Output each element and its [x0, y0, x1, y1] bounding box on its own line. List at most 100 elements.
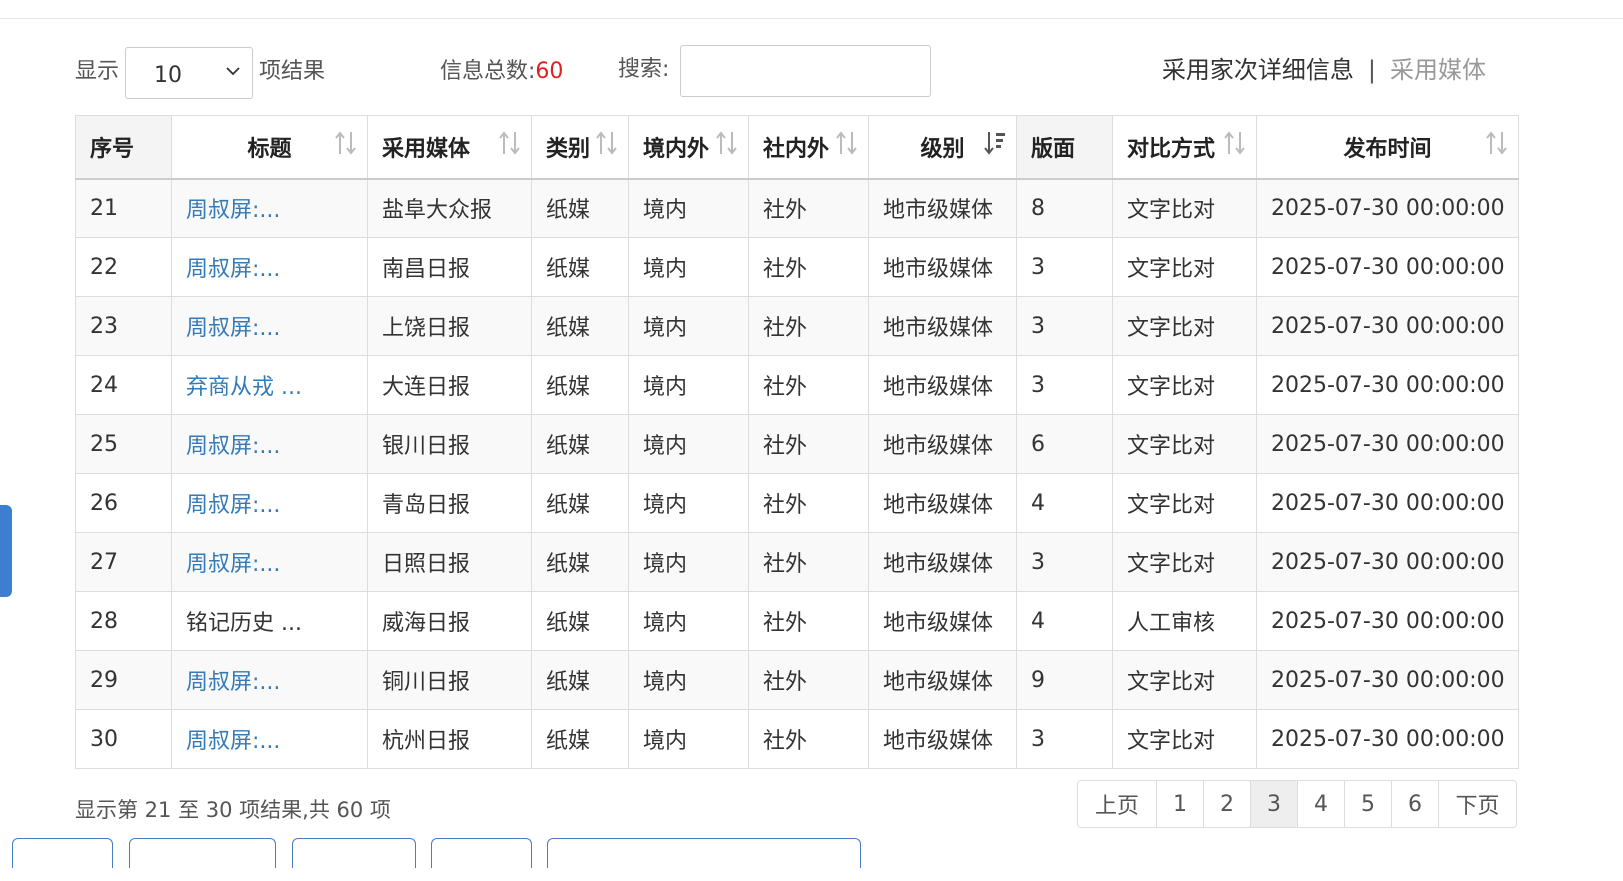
cell-domestic: 境内 — [628, 237, 749, 297]
title-link[interactable]: 弃商从戎 ... — [186, 375, 302, 400]
table-row: 23 周叔屏:... 上饶日报 纸媒 境内 社外 地市级媒体 3 文字比对 2025-07-30 … — [75, 296, 1519, 356]
cell-media: 盐阜大众报 — [367, 178, 532, 238]
col-header-category[interactable]: 类别 — [531, 115, 629, 180]
cell-page: 3 — [1016, 532, 1113, 592]
cell-domestic: 境内 — [628, 414, 749, 474]
cell-domestic: 境内 — [628, 296, 749, 356]
cell-time: 2025-07-30 00:00:00 — [1256, 237, 1519, 297]
bottom-tab-button[interactable] — [12, 838, 113, 868]
sort-both-icon — [716, 131, 737, 155]
title-link[interactable]: 周叔屏:... — [186, 198, 280, 223]
col-header-domestic[interactable]: 境内外 — [628, 115, 749, 180]
col-header-media[interactable]: 采用媒体 — [367, 115, 532, 180]
bottom-tab-button[interactable] — [129, 838, 276, 868]
table-header-row: 序号 标题 采用媒体 类别 境内外 社内外 级别 版面 对比方式 发布时间 — [75, 115, 1519, 180]
sort-both-icon — [1486, 131, 1507, 155]
cell-internal: 社外 — [748, 650, 869, 710]
chevron-down-icon — [226, 67, 240, 76]
cell-domestic: 境内 — [628, 178, 749, 238]
col-header-method[interactable]: 对比方式 — [1112, 115, 1257, 180]
cell-method: 文字比对 — [1112, 532, 1257, 592]
title-link[interactable]: 周叔屏:... — [186, 257, 280, 282]
cell-internal: 社外 — [748, 355, 869, 415]
cell-domestic: 境内 — [628, 473, 749, 533]
cell-domestic: 境内 — [628, 650, 749, 710]
bottom-tab-button[interactable] — [431, 838, 532, 868]
cell-page: 6 — [1016, 414, 1113, 474]
table-row: 21 周叔屏:... 盐阜大众报 纸媒 境内 社外 地市级媒体 8 文字比对 2025-07-30… — [75, 178, 1519, 238]
search-input[interactable] — [680, 45, 931, 97]
bottom-tab-button[interactable] — [292, 838, 416, 868]
cell-level: 地市级媒体 — [868, 237, 1017, 297]
title-link[interactable]: 周叔屏:... — [186, 316, 280, 341]
cell-category: 纸媒 — [531, 178, 629, 238]
sort-both-icon — [499, 131, 520, 155]
col-header-time[interactable]: 发布时间 — [1256, 115, 1519, 180]
next-page-button[interactable]: 下页 — [1438, 781, 1516, 827]
sort-both-icon — [335, 131, 356, 155]
tab-media[interactable]: 采用媒体 — [1390, 56, 1486, 84]
cell-page: 4 — [1016, 591, 1113, 651]
tab-detail[interactable]: 采用家次详细信息 — [1162, 56, 1354, 84]
table-row: 27 周叔屏:... 日照日报 纸媒 境内 社外 地市级媒体 3 文字比对 2025-07-30 … — [75, 532, 1519, 592]
cell-internal: 社外 — [748, 473, 869, 533]
tab-separator: | — [1367, 56, 1376, 84]
page-button-2[interactable]: 2 — [1203, 781, 1250, 827]
cell-time: 2025-07-30 00:00:00 — [1256, 709, 1519, 769]
table-row: 22 周叔屏:... 南昌日报 纸媒 境内 社外 地市级媒体 3 文字比对 2025-07-30 … — [75, 237, 1519, 297]
col-header-page[interactable]: 版面 — [1016, 115, 1113, 180]
title-link[interactable]: 周叔屏:... — [186, 493, 280, 518]
cell-time: 2025-07-30 00:00:00 — [1256, 178, 1519, 238]
cell-category: 纸媒 — [531, 296, 629, 356]
cell-internal: 社外 — [748, 532, 869, 592]
cell-category: 纸媒 — [531, 709, 629, 769]
col-header-title[interactable]: 标题 — [171, 115, 368, 180]
cell-method: 文字比对 — [1112, 414, 1257, 474]
cell-category: 纸媒 — [531, 650, 629, 710]
table-info: 显示第 21 至 30 项结果,共 60 项 — [75, 798, 391, 822]
page-button-4[interactable]: 4 — [1297, 781, 1344, 827]
cell-no: 30 — [75, 709, 172, 769]
cell-domestic: 境内 — [628, 591, 749, 651]
cell-page: 8 — [1016, 178, 1113, 238]
table-toolbar: 显示 10 项结果 信息总数:60 搜索: 采用家次详细信息 | 采用媒体 — [75, 44, 1520, 100]
page-length-value: 10 — [154, 63, 182, 88]
top-divider — [0, 18, 1623, 19]
cell-media: 上饶日报 — [367, 296, 532, 356]
total-count: 60 — [535, 59, 564, 84]
title-link[interactable]: 周叔屏:... — [186, 434, 280, 459]
side-drawer-handle[interactable] — [0, 505, 12, 597]
cell-page: 3 — [1016, 355, 1113, 415]
cell-time: 2025-07-30 00:00:00 — [1256, 650, 1519, 710]
cell-domestic: 境内 — [628, 532, 749, 592]
view-tabs: 采用家次详细信息 | 采用媒体 — [1162, 50, 1486, 85]
table-row: 29 周叔屏:... 铜川日报 纸媒 境内 社外 地市级媒体 9 文字比对 2025-07-30 … — [75, 650, 1519, 710]
show-label: 显示 — [75, 59, 120, 84]
cell-time: 2025-07-30 00:00:00 — [1256, 414, 1519, 474]
bottom-tab-button[interactable] — [547, 838, 861, 868]
col-header-no[interactable]: 序号 — [75, 115, 172, 180]
cell-method: 文字比对 — [1112, 709, 1257, 769]
cell-media: 杭州日报 — [367, 709, 532, 769]
title-link[interactable]: 周叔屏:... — [186, 552, 280, 577]
cell-category: 纸媒 — [531, 414, 629, 474]
page-button-5[interactable]: 5 — [1344, 781, 1391, 827]
title-link[interactable]: 周叔屏:... — [186, 729, 280, 754]
page-button-1[interactable]: 1 — [1156, 781, 1203, 827]
sort-both-icon — [596, 131, 617, 155]
cell-method: 人工审核 — [1112, 591, 1257, 651]
sort-both-icon — [836, 131, 857, 155]
page-button-6[interactable]: 6 — [1391, 781, 1438, 827]
cell-category: 纸媒 — [531, 591, 629, 651]
cell-method: 文字比对 — [1112, 296, 1257, 356]
col-header-internal[interactable]: 社内外 — [748, 115, 869, 180]
pagination: 上页 1 2 3 4 5 6 下页 — [1077, 780, 1517, 828]
page-button-3[interactable]: 3 — [1250, 781, 1297, 827]
cell-level: 地市级媒体 — [868, 709, 1017, 769]
cell-page: 3 — [1016, 709, 1113, 769]
title-link[interactable]: 周叔屏:... — [186, 670, 280, 695]
page-length-select[interactable]: 10 — [125, 47, 253, 99]
col-header-level[interactable]: 级别 — [868, 115, 1017, 180]
cell-method: 文字比对 — [1112, 355, 1257, 415]
prev-page-button[interactable]: 上页 — [1078, 781, 1156, 827]
